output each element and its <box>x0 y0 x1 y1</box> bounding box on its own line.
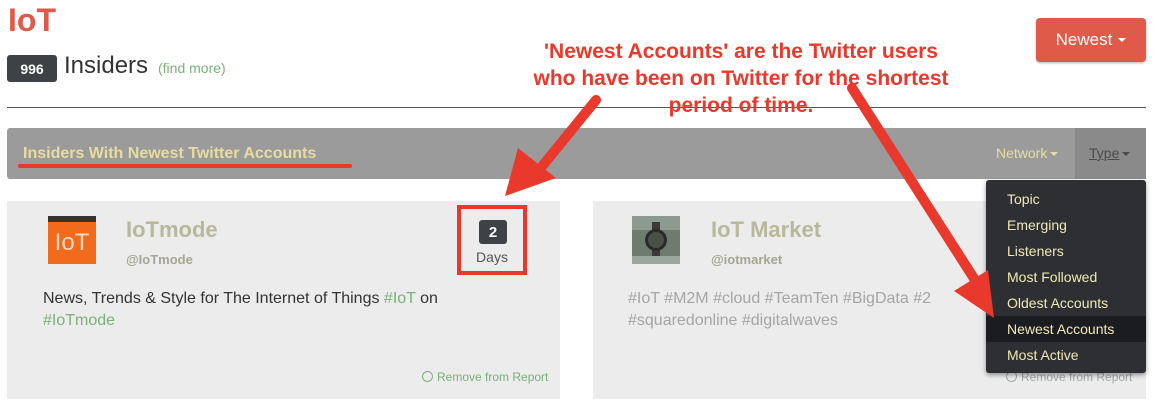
annotation-arrows <box>505 83 994 318</box>
arrow-to-days-icon <box>505 95 601 196</box>
arrow-to-newest-accounts-icon <box>847 83 994 318</box>
